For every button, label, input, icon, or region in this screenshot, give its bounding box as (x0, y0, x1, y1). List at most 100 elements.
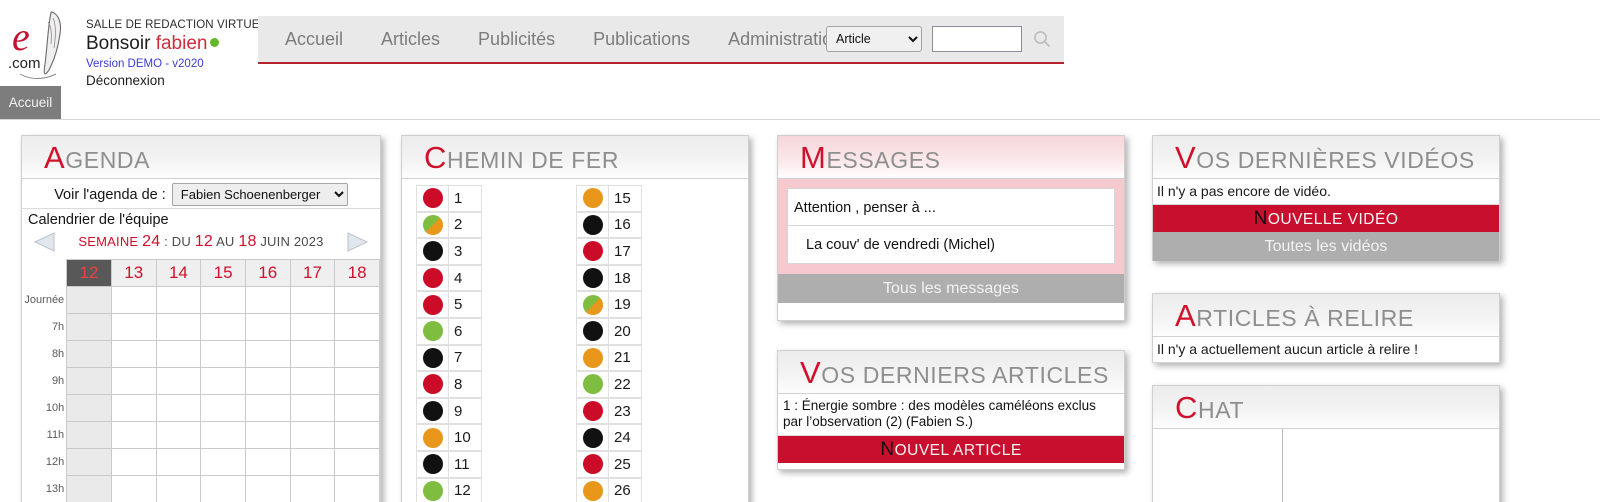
cdf-page-row[interactable]: 26 (576, 477, 736, 502)
calendar-cell[interactable] (66, 367, 112, 395)
cdf-page-row[interactable]: 17 (576, 238, 736, 265)
cdf-page-row[interactable]: 22 (576, 371, 736, 398)
calendar-cell[interactable] (244, 475, 291, 502)
calendar-cell[interactable] (200, 394, 246, 422)
calendar-cell[interactable] (66, 448, 112, 476)
calendar-cell[interactable] (110, 313, 157, 341)
calendar-cell[interactable] (200, 286, 246, 314)
calendar-cell[interactable] (244, 313, 291, 341)
agenda-person-select[interactable]: Fabien Schoenenberger (171, 183, 348, 206)
calendar-cell[interactable] (200, 367, 246, 395)
calendar-cell[interactable] (200, 340, 246, 368)
calendar-cell[interactable] (334, 286, 380, 314)
calendar-cell[interactable] (289, 421, 336, 449)
cdf-page-row[interactable]: 10 (416, 424, 576, 451)
calendar-cell[interactable] (200, 475, 246, 502)
calendar-day-14[interactable]: 14 (155, 259, 202, 287)
calendar-cell[interactable] (155, 475, 202, 502)
calendar-cell[interactable] (155, 313, 202, 341)
cdf-page-row[interactable]: 16 (576, 211, 736, 239)
calendar-cell[interactable] (334, 475, 380, 502)
cdf-page-row[interactable]: 9 (416, 397, 576, 425)
calendar-cell[interactable] (66, 340, 112, 368)
next-week-arrow-icon[interactable] (344, 232, 370, 252)
calendar-cell[interactable] (155, 367, 202, 395)
calendar-cell[interactable] (334, 313, 380, 341)
calendar-cell[interactable] (334, 394, 380, 422)
cdf-page-row[interactable]: 8 (416, 371, 576, 398)
cdf-page-row[interactable]: 7 (416, 344, 576, 372)
all-videos-button[interactable]: Toutes les vidéos (1153, 232, 1499, 261)
calendar-cell[interactable] (334, 367, 380, 395)
calendar-cell[interactable] (289, 394, 336, 422)
calendar-cell[interactable] (289, 286, 336, 314)
cdf-page-row[interactable]: 24 (576, 424, 736, 451)
calendar-day-12[interactable]: 12 (66, 259, 112, 287)
chat-user-list[interactable] (1153, 429, 1283, 502)
nav-item-accueil[interactable]: Accueil (266, 16, 362, 62)
calendar-cell[interactable] (110, 286, 157, 314)
calendar-cell[interactable] (289, 340, 336, 368)
cdf-page-row[interactable]: 2 (416, 211, 576, 239)
all-messages-button[interactable]: Tous les messages (778, 274, 1124, 303)
calendar-cell[interactable] (155, 286, 202, 314)
calendar-cell[interactable] (334, 421, 380, 449)
calendar-day-15[interactable]: 15 (200, 259, 246, 287)
calendar-cell[interactable] (66, 394, 112, 422)
cdf-page-row[interactable]: 19 (576, 291, 736, 318)
calendar-cell[interactable] (289, 313, 336, 341)
chat-message-area[interactable] (1283, 429, 1499, 502)
cdf-page-row[interactable]: 18 (576, 264, 736, 292)
cdf-page-row[interactable]: 20 (576, 317, 736, 345)
calendar-cell[interactable] (289, 475, 336, 502)
calendar-day-18[interactable]: 18 (334, 259, 380, 287)
calendar-cell[interactable] (66, 475, 112, 502)
calendar-cell[interactable] (110, 394, 157, 422)
calendar-cell[interactable] (155, 394, 202, 422)
cdf-page-row[interactable]: 4 (416, 264, 576, 292)
cdf-page-row[interactable]: 1 (416, 185, 576, 212)
calendar-cell[interactable] (200, 313, 246, 341)
logo[interactable]: e .com (4, 4, 76, 80)
cdf-page-row[interactable]: 11 (416, 450, 576, 478)
tab-accueil[interactable]: Accueil (0, 86, 61, 119)
search-input[interactable] (932, 26, 1022, 52)
cdf-page-row[interactable]: 5 (416, 291, 576, 318)
calendar-day-17[interactable]: 17 (289, 259, 336, 287)
calendar-cell[interactable] (110, 448, 157, 476)
search-type-select[interactable]: Article (826, 26, 922, 52)
nav-item-publicites[interactable]: Publicités (459, 16, 574, 62)
calendar-cell[interactable] (66, 421, 112, 449)
calendar-cell[interactable] (110, 367, 157, 395)
cdf-page-row[interactable]: 21 (576, 344, 736, 372)
nav-item-publications[interactable]: Publications (574, 16, 709, 62)
cdf-page-row[interactable]: 12 (416, 477, 576, 502)
calendar-day-16[interactable]: 16 (244, 259, 291, 287)
calendar-cell[interactable] (110, 475, 157, 502)
search-icon[interactable] (1032, 29, 1052, 49)
calendar-cell[interactable] (334, 448, 380, 476)
nav-item-articles[interactable]: Articles (362, 16, 459, 62)
calendar-cell[interactable] (334, 340, 380, 368)
calendar-cell[interactable] (155, 448, 202, 476)
calendar-cell[interactable] (110, 340, 157, 368)
last-article-entry[interactable]: 1 : Énergie sombre : des modèles caméléo… (778, 394, 1124, 436)
calendar-cell[interactable] (244, 448, 291, 476)
calendar-cell[interactable] (244, 421, 291, 449)
calendar-cell[interactable] (66, 286, 112, 314)
calendar-cell[interactable] (155, 421, 202, 449)
cdf-page-row[interactable]: 25 (576, 450, 736, 478)
calendar-cell[interactable] (200, 421, 246, 449)
cdf-page-row[interactable]: 15 (576, 185, 736, 212)
calendar-cell[interactable] (244, 394, 291, 422)
new-video-button[interactable]: Nouvelle vidéo (1153, 205, 1499, 232)
cdf-page-row[interactable]: 6 (416, 317, 576, 345)
calendar-cell[interactable] (155, 340, 202, 368)
cdf-page-row[interactable]: 23 (576, 397, 736, 425)
calendar-cell[interactable] (244, 367, 291, 395)
calendar-cell[interactable] (289, 448, 336, 476)
new-article-button[interactable]: Nouvel article (778, 436, 1124, 463)
calendar-day-13[interactable]: 13 (110, 259, 157, 287)
calendar-cell[interactable] (200, 448, 246, 476)
calendar-cell[interactable] (244, 340, 291, 368)
